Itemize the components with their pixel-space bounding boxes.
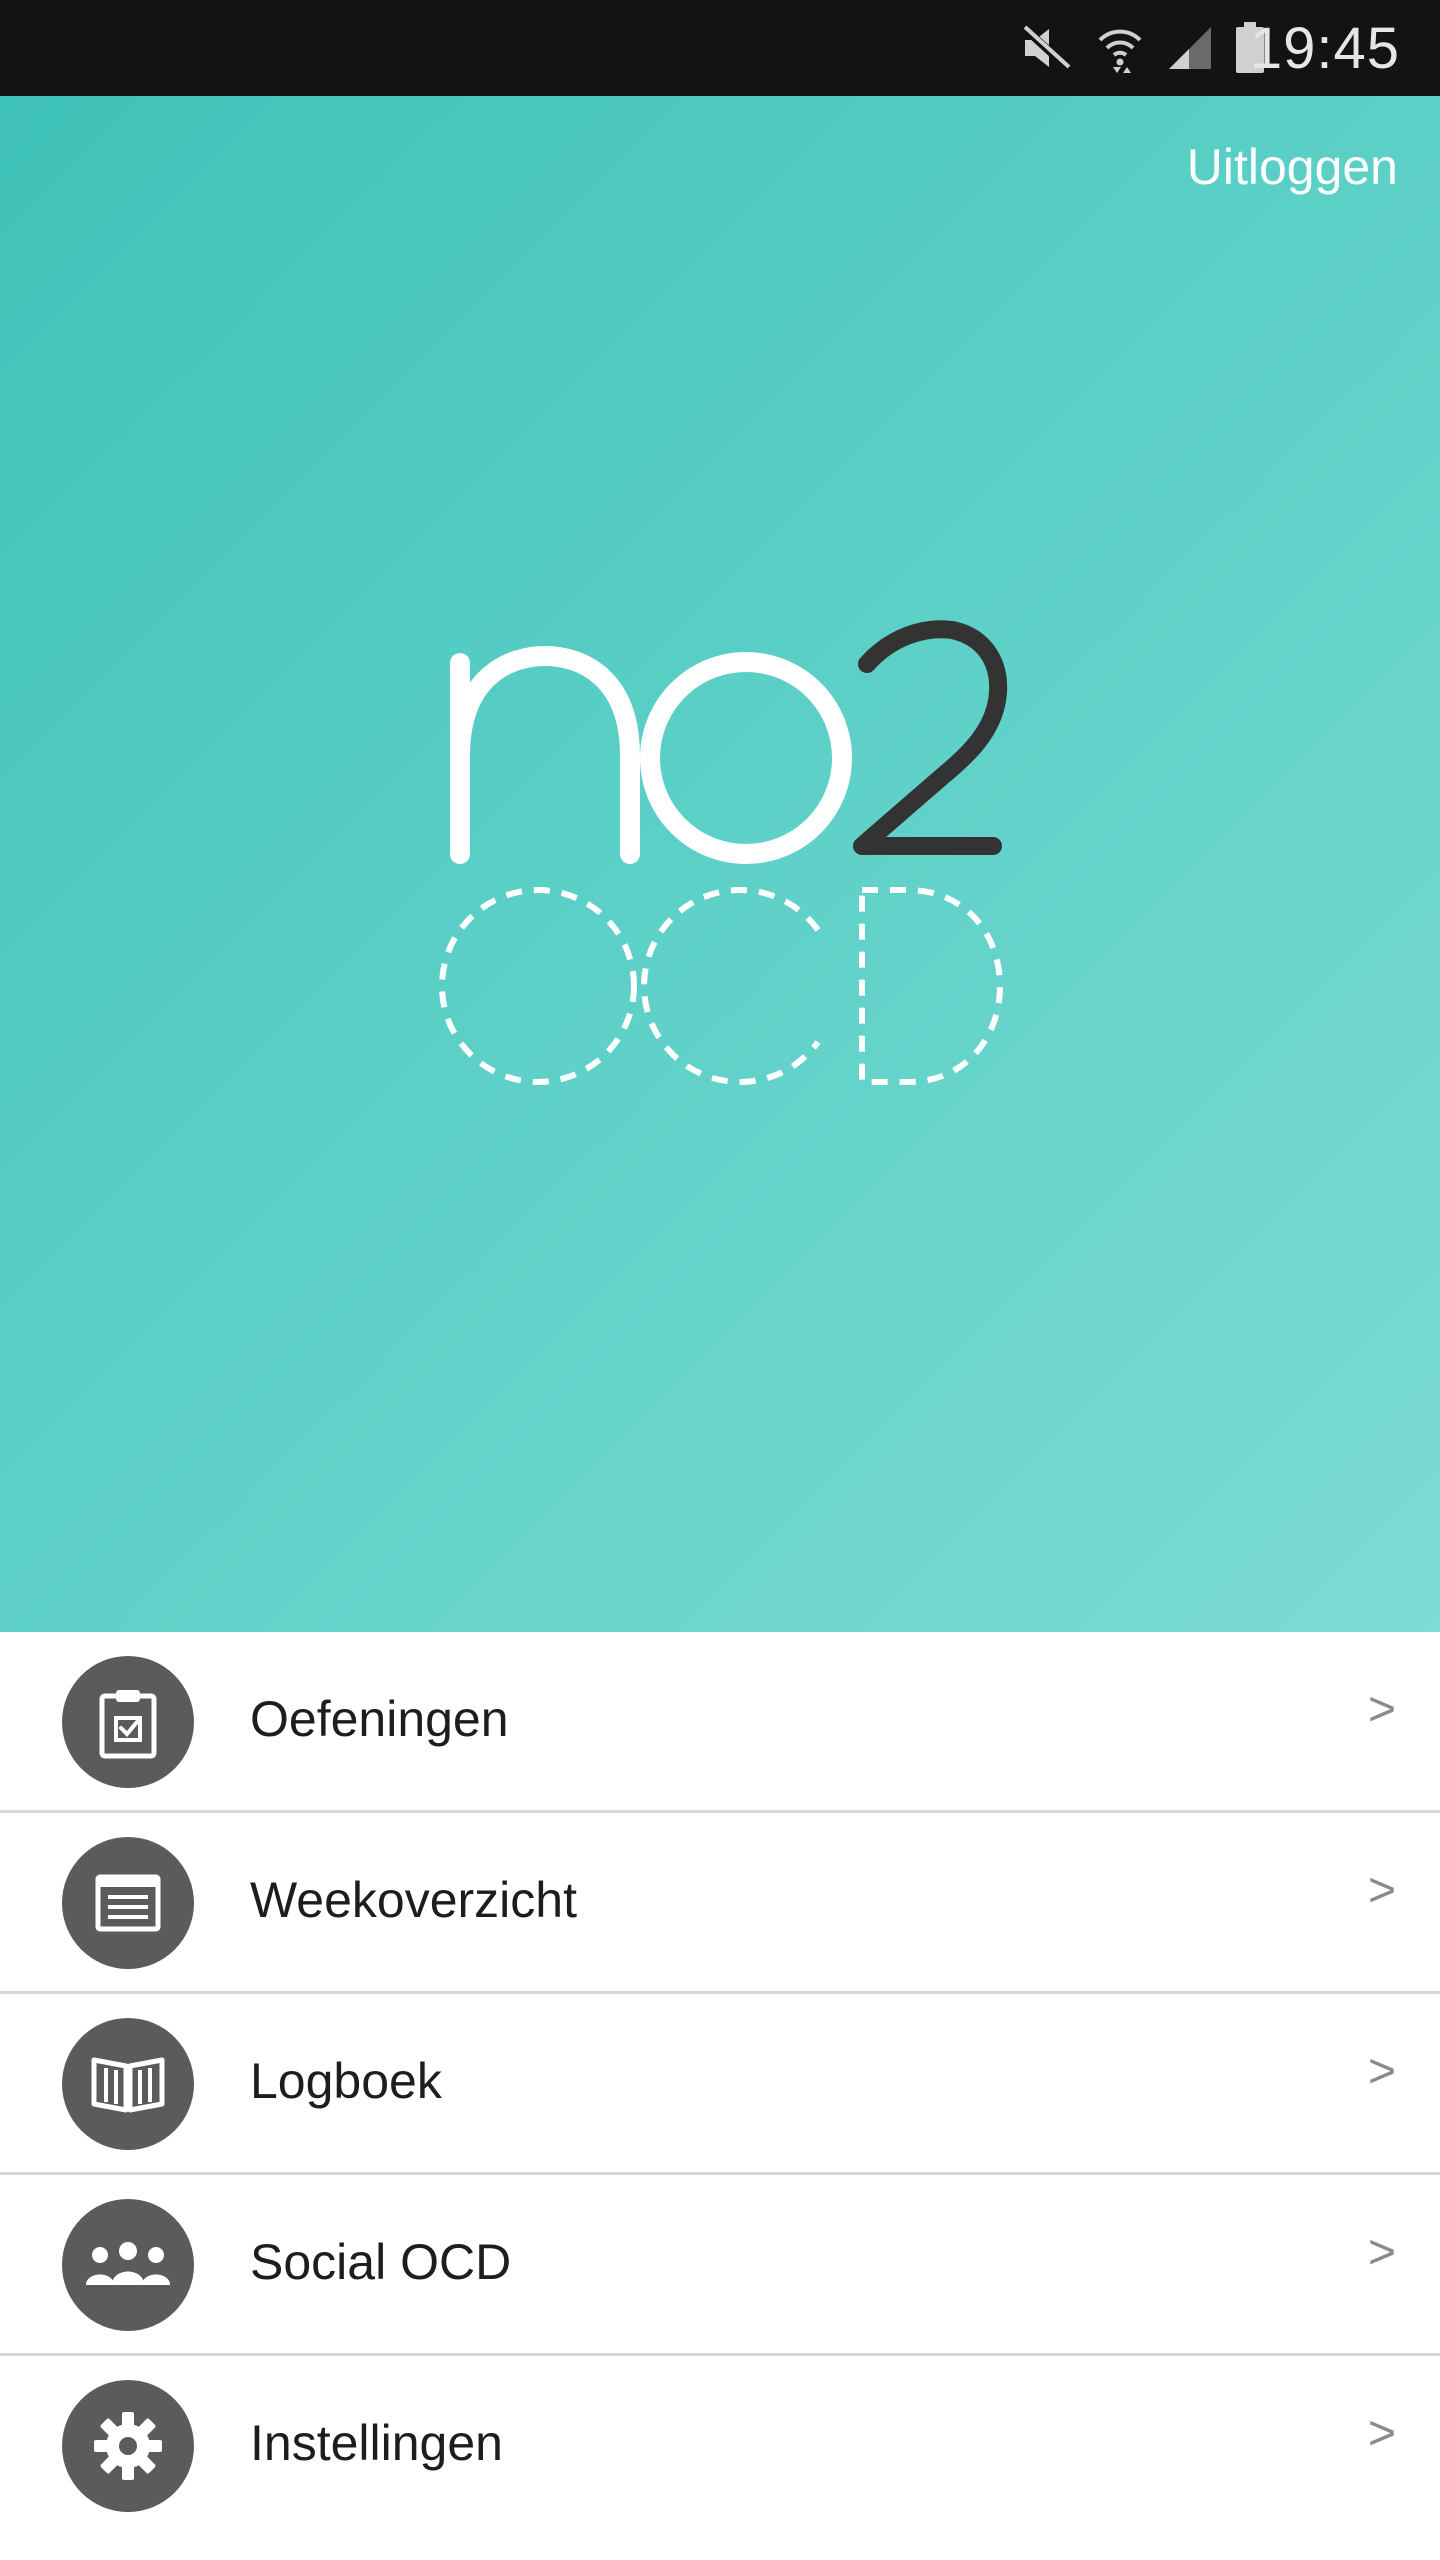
menu-item-label: Weekoverzicht: [250, 1872, 577, 1928]
menu-item-logboek[interactable]: Logboek >: [0, 1994, 1440, 2175]
gear-icon: [62, 2380, 194, 2512]
menu-item-oefeningen[interactable]: Oefeningen >: [0, 1632, 1440, 1813]
menu-item-weekoverzicht[interactable]: Weekoverzicht >: [0, 1813, 1440, 1994]
no2ocd-logo: [439, 620, 1008, 1085]
menu-item-social-ocd[interactable]: Social OCD >: [0, 2175, 1440, 2356]
calendar-list-icon: [62, 1837, 194, 1969]
chevron-right-icon: >: [1367, 1864, 1396, 1917]
hero-banner: Uitloggen: [0, 96, 1440, 1632]
status-bar: 19:45: [0, 0, 1440, 96]
chevron-right-icon: >: [1367, 2045, 1396, 2098]
logout-link[interactable]: Uitloggen: [1187, 138, 1398, 196]
chevron-right-icon: >: [1367, 1683, 1396, 1736]
mute-icon: [1020, 24, 1072, 72]
status-icons: [1019, 18, 1265, 78]
chevron-right-icon: >: [1367, 2407, 1396, 2460]
wifi-icon: [1098, 29, 1142, 73]
menu-item-label: Logboek: [250, 2053, 442, 2109]
menu-item-instellingen[interactable]: Instellingen >: [0, 2356, 1440, 2534]
clipboard-check-icon: [62, 1656, 194, 1788]
open-book-icon: [62, 2018, 194, 2150]
chevron-right-icon: >: [1367, 2226, 1396, 2279]
people-group-icon: [62, 2199, 194, 2331]
signal-icon: [1169, 27, 1211, 69]
menu-item-label: Oefeningen: [250, 1691, 509, 1747]
status-time: 19:45: [1249, 16, 1400, 81]
main-menu: Oefeningen > Weekoverzicht > Logboek > S…: [0, 1632, 1440, 2534]
menu-item-label: Social OCD: [250, 2234, 512, 2290]
menu-item-label: Instellingen: [250, 2415, 503, 2471]
